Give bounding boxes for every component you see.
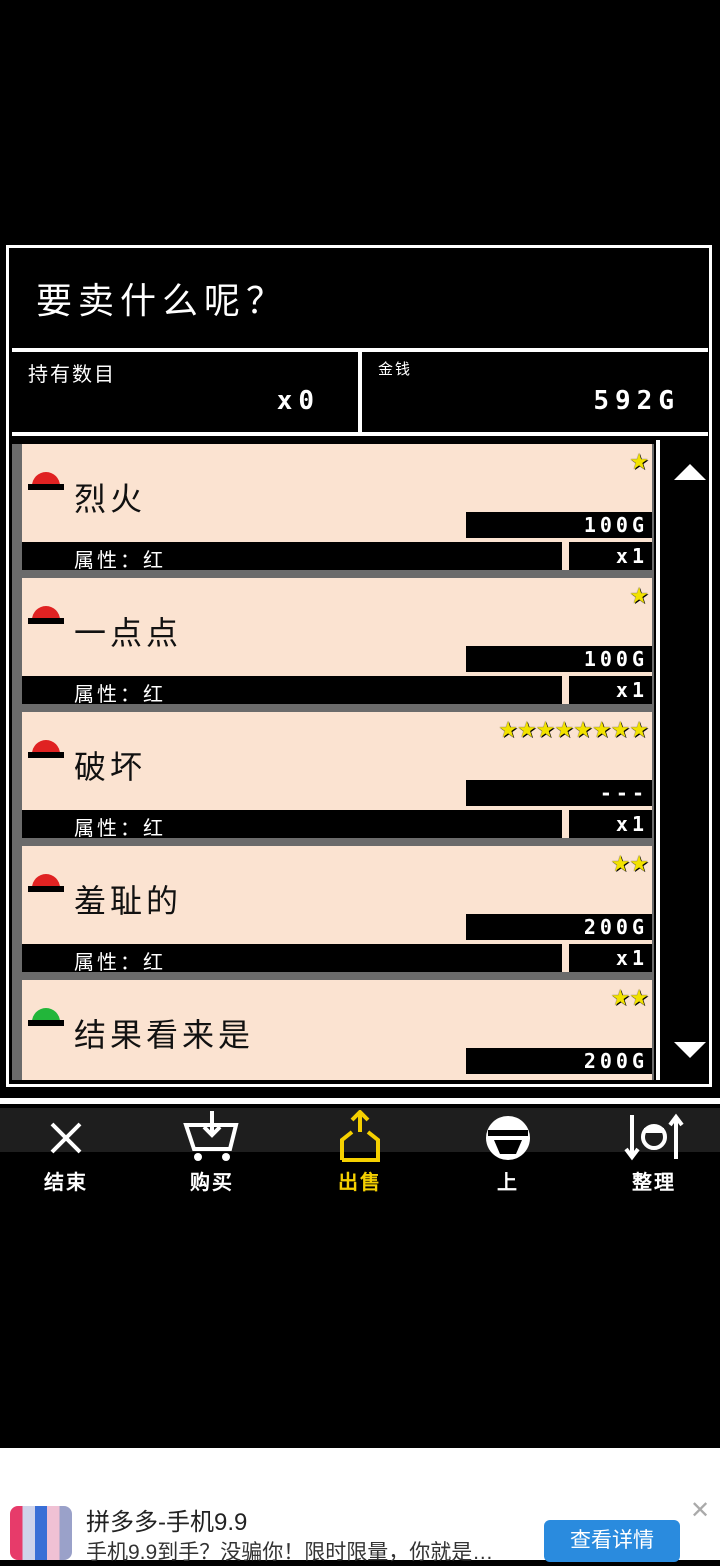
item-attribute: 属性：红 [74,816,166,840]
gem-icon [458,1110,558,1166]
ad-banner[interactable]: 拼多多-手机9.9 手机9.9到手？没骗你！限时限量，你就是… 查看详情 ✕ [0,1448,720,1564]
item-price: --- [466,780,652,806]
money-label: 金钱 [378,360,413,378]
list-item[interactable]: 烈火 ★ 100G 属性：红 x1 [12,444,654,572]
divider [12,704,654,712]
item-name: 一点点 [74,614,183,652]
ad-text: 手机9.9到手？没骗你！限时限量，你就是… [86,1541,494,1564]
buy-button[interactable]: 购买 [162,1110,262,1195]
item-attribute: 属性：红 [74,682,166,706]
divider [12,432,708,436]
list-item[interactable]: 破坏 ★★★★★★★★ --- 属性：红 x1 [12,712,654,840]
sort-button[interactable]: 整理 [604,1110,704,1195]
up-button[interactable]: 上 [458,1110,558,1195]
item-price: 200G [466,914,652,940]
item-attribute: 属性：红 [74,950,166,974]
list-item[interactable]: 羞耻的 ★★ 200G 属性：红 x1 [12,846,654,974]
divider [12,570,654,578]
scroll-down-icon[interactable] [674,1042,706,1058]
close-icon[interactable]: ✕ [690,1496,710,1524]
list-item[interactable]: 一点点 ★ 100G 属性：红 x1 [12,578,654,706]
item-price: 200G [466,1048,652,1074]
ad-thumbnail [10,1506,72,1560]
rarity-stars: ★★ [610,986,649,1011]
item-name: 结果看来是 [74,1016,255,1054]
rarity-stars: ★ [629,450,649,475]
sort-icon [604,1110,704,1166]
item-price: 100G [466,512,652,538]
scrollbar[interactable] [656,440,708,1080]
end-button[interactable]: 结束 [16,1110,116,1195]
item-name: 烈火 [74,480,147,518]
held-count-value: x0 [276,386,320,416]
item-quantity: x1 [566,542,652,570]
divider [12,972,654,980]
list-item[interactable]: 结果看来是 ★★ 200G [12,980,654,1080]
ad-details-button[interactable]: 查看详情 [544,1520,680,1562]
toolbar-divider [0,1098,720,1104]
item-quantity: x1 [566,944,652,972]
ad-title: 拼多多-手机9.9 [86,1509,248,1536]
item-list[interactable]: 烈火 ★ 100G 属性：红 x1 一点点 ★ 100G 属性：红 x1 破坏 … [12,440,656,1080]
gem-icon [28,1008,64,1026]
cart-icon [162,1110,262,1166]
stat-divider [358,352,362,434]
gem-icon [28,874,64,892]
item-price: 100G [466,646,652,672]
gem-icon [28,472,64,490]
item-quantity: x1 [566,676,652,704]
gem-icon [28,740,64,758]
scroll-up-icon[interactable] [674,464,706,480]
gem-icon [28,606,64,624]
item-name: 破坏 [74,748,147,786]
item-name: 羞耻的 [74,882,183,920]
money-value: 592G [593,386,680,416]
dialog-title: 要卖什么呢？ [36,281,289,322]
sell-button[interactable]: 出售 [310,1110,410,1195]
divider [12,838,654,846]
rarity-stars: ★★★★★★★★ [498,718,649,743]
item-quantity: x1 [566,810,652,838]
rarity-stars: ★ [629,584,649,609]
sell-icon [310,1110,410,1166]
close-icon [16,1110,116,1166]
held-count-label: 持有数目 [28,362,116,386]
item-attribute: 属性：红 [74,548,166,572]
rarity-stars: ★★ [610,852,649,877]
